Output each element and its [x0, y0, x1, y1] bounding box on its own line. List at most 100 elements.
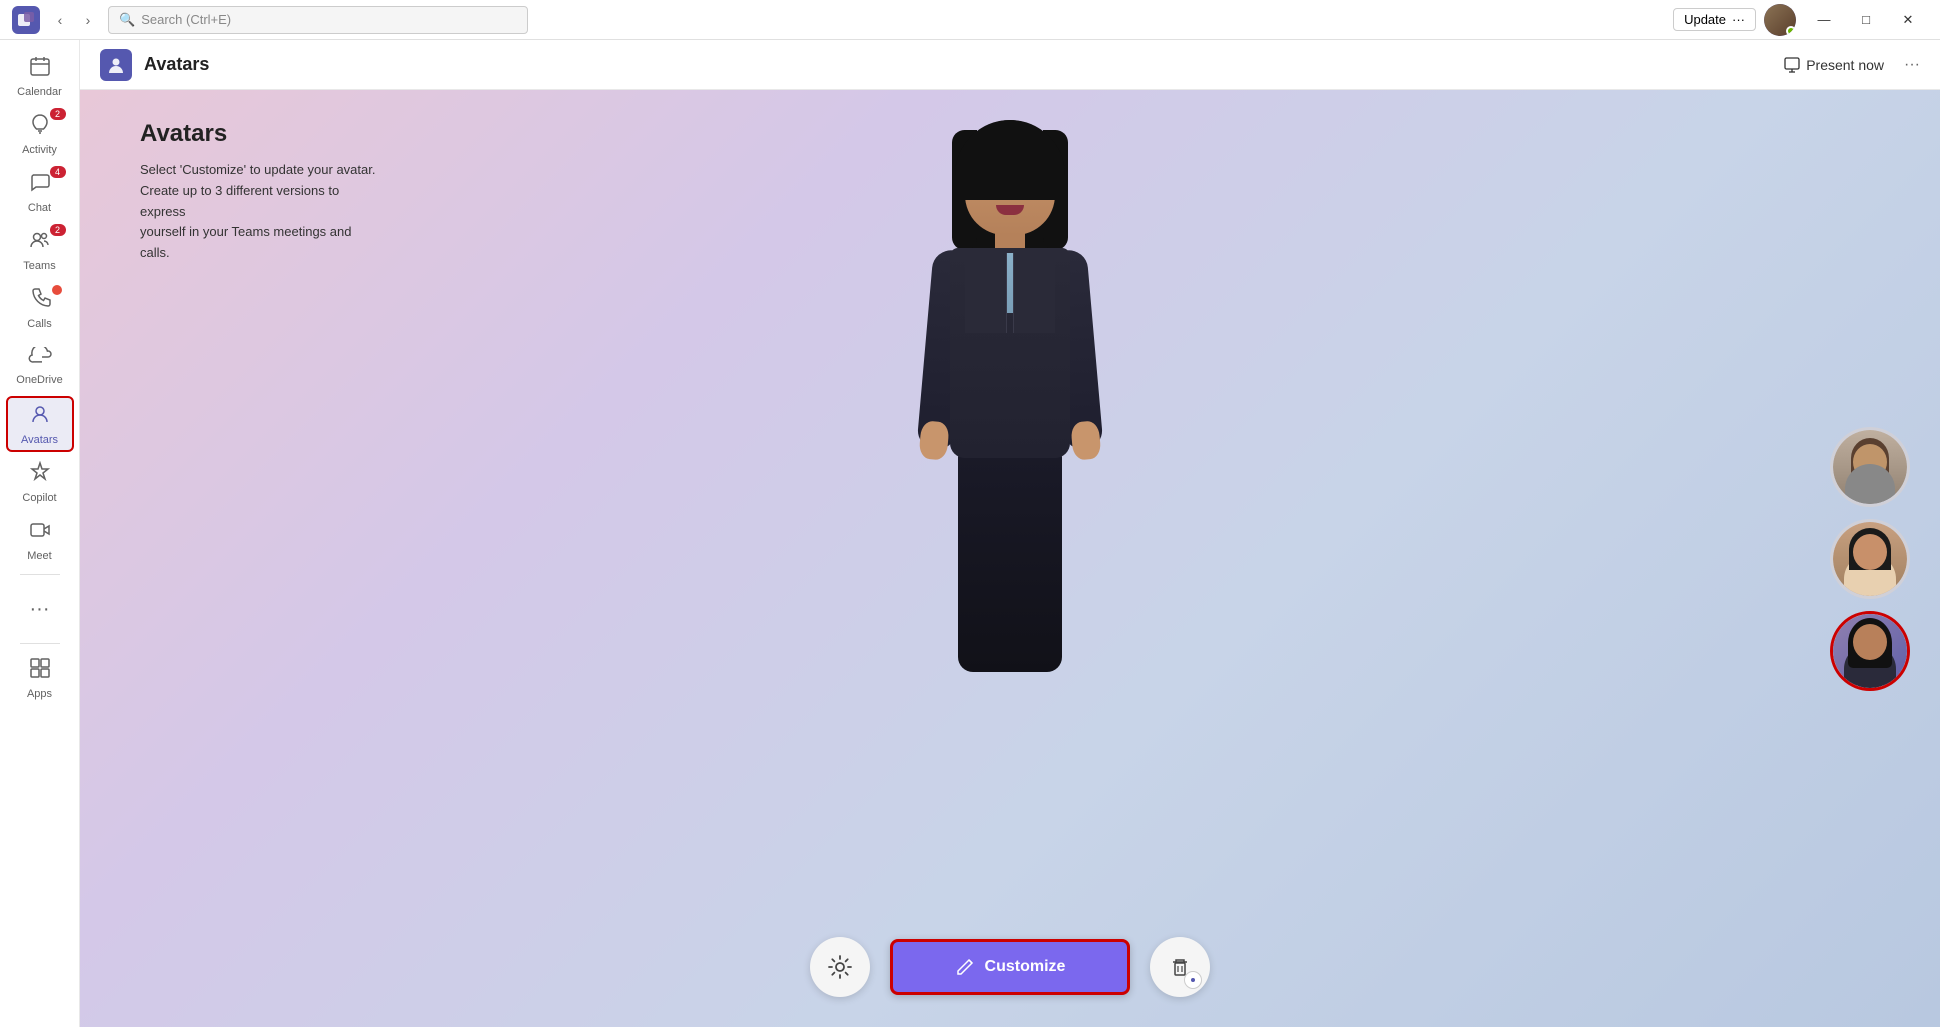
avatar-thumb-2[interactable] — [1830, 519, 1910, 599]
avatars-icon — [29, 403, 51, 431]
app-title: Avatars — [144, 54, 209, 75]
chat-badge: 4 — [50, 166, 66, 178]
thumb-person-2 — [1833, 522, 1907, 596]
sidebar-item-chat[interactable]: 4 Chat — [6, 164, 74, 220]
minimize-button[interactable]: — — [1804, 6, 1844, 34]
thumb-person-3 — [1833, 614, 1907, 688]
activity-icon — [29, 113, 51, 141]
sidebar-label-copilot: Copilot — [22, 492, 56, 504]
sidebar-item-calendar[interactable]: Calendar — [6, 48, 74, 104]
search-icon: 🔍 — [119, 12, 135, 28]
desc-line2: Create up to 3 different versions to exp… — [140, 183, 339, 219]
window-controls: — □ ✕ — [1804, 6, 1928, 34]
sidebar-item-avatars[interactable]: Avatars — [6, 396, 74, 452]
update-button[interactable]: Update ··· — [1673, 8, 1756, 31]
calls-icon — [29, 287, 51, 315]
avatar-thumbnails — [1830, 427, 1910, 691]
sidebar: Calendar 2 Activity 4 Chat — [0, 40, 80, 1027]
avatar-full-body — [940, 120, 1080, 680]
delete-button[interactable] — [1150, 937, 1210, 997]
avatar-thumb-3[interactable] — [1830, 611, 1910, 691]
app-header: Avatars Present now ··· — [80, 40, 1940, 90]
title-bar-left: ‹ › 🔍 Search (Ctrl+E) — [12, 6, 528, 34]
maximize-button[interactable]: □ — [1846, 6, 1886, 34]
update-label: Update — [1684, 12, 1726, 27]
teams-icon — [29, 229, 51, 257]
back-button[interactable]: ‹ — [48, 8, 72, 32]
update-more-icon: ··· — [1732, 12, 1745, 27]
avatar-lapel-right — [1013, 253, 1055, 333]
avatars-title: Avatars — [140, 120, 380, 148]
present-now-label: Present now — [1806, 57, 1884, 73]
teams-logo-icon — [12, 6, 40, 34]
app-header-icon — [100, 49, 132, 81]
title-bar-right: Update ··· — □ ✕ — [1673, 4, 1928, 36]
settings-icon — [827, 954, 853, 980]
calendar-icon — [29, 55, 51, 83]
sidebar-item-meet[interactable]: Meet — [6, 512, 74, 568]
sidebar-label-meet: Meet — [27, 550, 51, 562]
avatar-body — [860, 110, 1160, 750]
copilot-icon — [29, 461, 51, 489]
apps-icon — [29, 657, 51, 685]
search-placeholder: Search (Ctrl+E) — [141, 12, 231, 27]
content-area: Avatars Present now ··· Avatars — [80, 40, 1940, 1027]
avatar-thumb-1-inner — [1833, 430, 1907, 504]
avatar-lapel-left — [965, 253, 1007, 333]
sidebar-label-onedrive: OneDrive — [16, 374, 62, 386]
sidebar-label-apps: Apps — [27, 688, 52, 700]
sidebar-item-teams[interactable]: 2 Teams — [6, 222, 74, 278]
settings-sub-icon — [1184, 971, 1202, 989]
thumb-person-1 — [1833, 430, 1907, 504]
avatar-figure — [860, 110, 1160, 750]
header-more-button[interactable]: ··· — [1904, 56, 1920, 74]
sidebar-label-calls: Calls — [27, 318, 51, 330]
sidebar-label-activity: Activity — [22, 144, 57, 156]
sidebar-item-calls[interactable]: Calls — [6, 280, 74, 336]
sidebar-item-copilot[interactable]: Copilot — [6, 454, 74, 510]
sidebar-divider-2 — [20, 643, 60, 644]
sidebar-item-activity[interactable]: 2 Activity — [6, 106, 74, 162]
close-button[interactable]: ✕ — [1888, 6, 1928, 34]
customize-button[interactable]: Customize — [890, 939, 1130, 995]
app-header-right: Present now ··· — [1776, 53, 1920, 77]
teams-badge: 2 — [50, 224, 66, 236]
thumb-head-3 — [1853, 624, 1887, 660]
avatar-thumb-3-inner — [1833, 614, 1907, 688]
app-header-left: Avatars — [100, 49, 209, 81]
info-panel: Avatars Select 'Customize' to update you… — [140, 120, 380, 264]
title-bar: ‹ › 🔍 Search (Ctrl+E) Update ··· — □ ✕ — [0, 0, 1940, 40]
more-icon: ··· — [22, 590, 58, 629]
sidebar-item-apps[interactable]: Apps — [6, 650, 74, 706]
calls-badge-dot — [52, 285, 62, 295]
avatar-thumb-1[interactable] — [1830, 427, 1910, 507]
avatar-thumb-2-inner — [1833, 522, 1907, 596]
sidebar-item-onedrive[interactable]: OneDrive — [6, 338, 74, 394]
status-online-dot — [1786, 26, 1796, 36]
desc-line3: yourself in your Teams meetings and call… — [140, 224, 351, 260]
sidebar-label-avatars: Avatars — [21, 434, 58, 446]
activity-badge: 2 — [50, 108, 66, 120]
user-avatar-button[interactable] — [1764, 4, 1796, 36]
onedrive-icon — [28, 347, 52, 371]
chat-icon — [29, 171, 51, 199]
meet-icon — [29, 519, 51, 547]
pencil-icon — [955, 957, 975, 977]
avatar-hand-right — [1070, 420, 1101, 460]
sidebar-label-chat: Chat — [28, 202, 51, 214]
settings-button[interactable] — [810, 937, 870, 997]
sidebar-label-teams: Teams — [23, 260, 55, 272]
avatar-hand-left — [918, 420, 949, 460]
present-icon — [1784, 57, 1800, 73]
main-layout: Calendar 2 Activity 4 Chat — [0, 40, 1940, 1027]
avatar-torso — [950, 248, 1070, 458]
present-now-button[interactable]: Present now — [1776, 53, 1892, 77]
customize-label: Customize — [985, 958, 1066, 976]
forward-button[interactable]: › — [76, 8, 100, 32]
nav-arrows: ‹ › — [48, 8, 100, 32]
sidebar-item-more[interactable]: ··· — [6, 581, 74, 637]
search-bar[interactable]: 🔍 Search (Ctrl+E) — [108, 6, 528, 34]
avatars-description: Select 'Customize' to update your avatar… — [140, 160, 380, 264]
bottom-controls: Customize — [810, 937, 1210, 997]
avatar-canvas: Avatars Select 'Customize' to update you… — [80, 90, 1940, 1027]
